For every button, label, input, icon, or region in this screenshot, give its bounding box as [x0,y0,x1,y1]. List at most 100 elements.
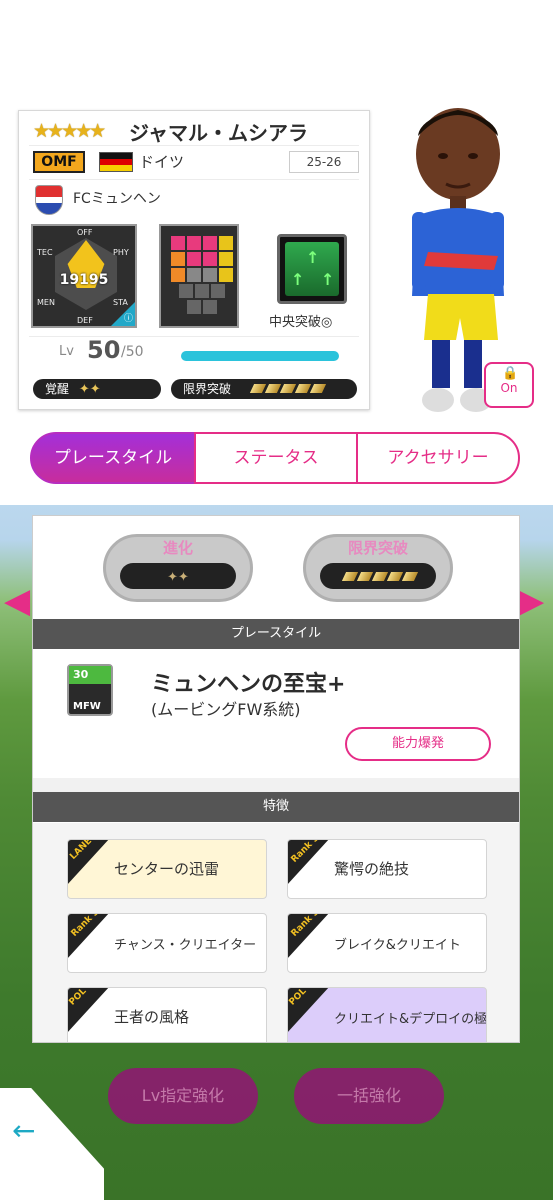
divider [29,336,359,337]
evolution-diamonds: ✦✦ [120,563,236,589]
position-cell [187,300,201,314]
feature-card[interactable]: Rank S 驚愕の絶技 [287,839,487,899]
season-label: 25-26 [289,151,359,173]
position-cell [219,268,233,282]
club-crest-icon [35,185,63,215]
ability-burst-button[interactable]: 能力爆発 [345,727,491,761]
feature-card[interactable]: Rank S チャンス・クリエイター [67,913,267,973]
bulk-enhance-button[interactable]: 一括強化 [294,1068,444,1124]
stripe-icon [371,572,388,581]
radar-label-off: OFF [77,228,93,237]
feature-tag: POL [67,987,110,1034]
radar-label-tec: TEC [37,248,53,257]
lock-label: On [500,381,518,395]
playstyle-name: ミュンヘンの至宝+ [151,672,346,697]
feature-label: チャンス・クリエイター [114,938,257,953]
info-icon[interactable]: ⓘ [124,311,133,324]
stripe-icon [294,384,311,393]
tab-bar: プレースタイル ステータス アクセサリー [30,432,520,484]
lock-icon: 🔒 [502,366,519,381]
skill-icon-inner: ↑ ↑ ↑ [285,242,339,296]
position-cell [187,252,201,266]
position-cell [187,268,201,282]
arrow-up-icon: ↑ [321,270,335,289]
total-power: 19195 [59,272,109,288]
stripe-icon [264,384,281,393]
position-cell [171,252,185,266]
level-value: 50 [87,336,121,364]
arrow-left-icon[interactable]: ← [12,1114,35,1147]
radar-label-phy: PHY [113,248,129,257]
feature-label: センターの迅雷 [114,860,220,878]
limit-break-stripes [320,563,436,589]
feature-tag: Rank S [68,913,110,960]
feature-tag-label: POL [67,987,89,1008]
position-cell [203,300,217,314]
feature-card[interactable]: POL 王者の風格 [67,987,267,1042]
position-cell [195,284,209,298]
feature-card[interactable]: LANE センターの迅雷 [67,839,267,899]
prev-player-arrow[interactable]: ◀ [4,578,32,624]
tab-status[interactable]: ステータス [194,432,358,484]
position-badge: OMF [33,151,85,173]
feature-tag-label: Rank S [69,913,102,939]
divider [29,179,359,180]
feature-tag-label: Rank S [289,839,322,865]
level-progress-fill [181,351,339,361]
evolution-pill: 進化 ✦✦ [103,534,253,602]
skill-label: 中央突破◎ [269,315,333,330]
position-cell [187,236,201,250]
position-map [159,224,239,328]
feature-label: 驚愕の絶技 [334,860,410,878]
feature-label: 王者の風格 [114,1008,190,1026]
limit-break-pill-large: 限界突破 [303,534,453,602]
playstyle-subtitle: (ムービングFW系統) [151,700,301,719]
arrow-up-icon: ↑ [291,270,305,289]
lv-enhance-button[interactable]: Lv指定強化 [108,1068,258,1124]
playstyle-icon: 30 MFW [67,664,113,716]
radar-label-men: MEN [37,298,55,307]
limit-break-title: 限界突破 [347,539,408,557]
position-cell [211,284,225,298]
feature-label: ブレイク&クリエイト [334,938,461,953]
feature-tag: Rank S [288,913,330,960]
feature-tag: Rank S [288,839,330,886]
stripe-icon [401,572,418,581]
radar-label-def: DEF [77,316,93,325]
feature-card[interactable]: POL クリエイト&デプロイの極意 [287,987,487,1042]
lock-toggle-button[interactable]: 🔒 On [484,362,534,408]
position-cell [203,268,217,282]
next-player-arrow[interactable]: ▶ [518,578,546,624]
feature-card[interactable]: Rank S ブレイク&クリエイト [287,913,487,973]
tab-accessory[interactable]: アクセサリー [356,432,520,484]
playstyle-icon-code: MFW [73,701,101,712]
playstyle-icon-level: 30 [69,666,111,684]
player-name: ジャマル・ムシアラ [129,121,308,145]
stripe-icon [386,572,403,581]
limit-break-label: 限界突破 [183,382,232,396]
stripe-icon [341,572,358,581]
feature-tag-label: Rank S [289,913,322,939]
awakening-pill: 覚醒 ✦✦ [33,379,161,399]
limit-break-pill: 限界突破 [171,379,357,399]
position-cell [203,236,217,250]
divider [33,778,519,792]
club-name: FCミュンヘン [73,191,161,207]
germany-flag-icon [99,152,133,172]
position-cell [171,268,185,282]
nation-label: ドイツ [139,153,185,171]
feature-label: クリエイト&デプロイの極意 [334,1012,487,1027]
player-card: ★★★★★ ジャマル・ムシアラ OMF ドイツ 25-26 FCミュンヘン OF… [18,110,370,410]
feature-tag: POL [288,988,330,1034]
position-cell [171,236,185,250]
radar-label-sta: STA [113,298,128,307]
position-cell [219,252,233,266]
arrow-up-icon: ↑ [306,248,320,267]
special-skill-icon[interactable]: ↑ ↑ ↑ [277,234,347,304]
divider [29,145,359,146]
position-cell [179,284,193,298]
stripe-icon [279,384,296,393]
level-progress-bar [181,351,339,361]
stat-radar-chart[interactable]: OFF TEC PHY MEN STA DEF 19195 ⓘ [31,224,137,328]
tab-playstyle[interactable]: プレースタイル [30,432,196,484]
